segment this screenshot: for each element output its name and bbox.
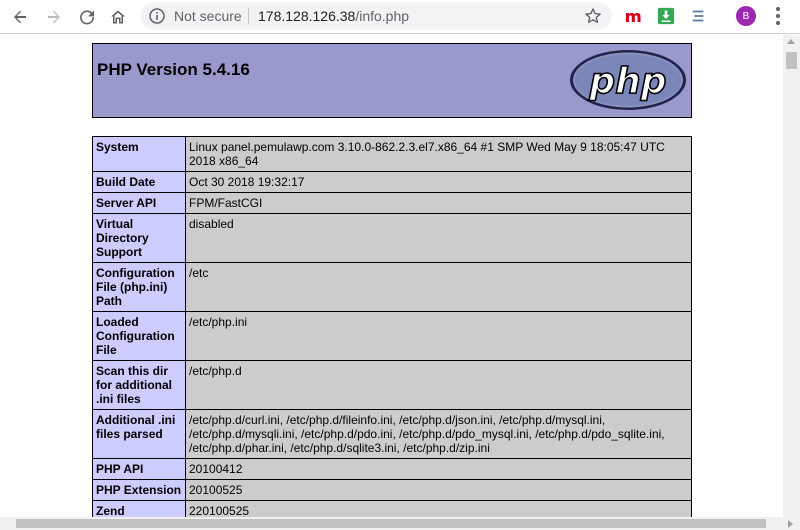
row-label: Virtual Directory Support	[92, 213, 186, 263]
row-value: /etc/php.ini	[185, 311, 692, 361]
url-host: 178.128.126.38	[258, 8, 356, 24]
table-row: PHP API 20100412	[92, 458, 692, 480]
php-logo-text: php	[588, 61, 666, 102]
row-value: Oct 30 2018 19:32:17	[185, 171, 692, 193]
row-value: /etc/php.d	[185, 360, 692, 410]
horizontal-scrollbar[interactable]	[0, 517, 800, 530]
row-value: Linux panel.pemulawp.com 3.10.0-862.2.3.…	[185, 136, 692, 172]
row-label: Additional .ini files parsed	[92, 409, 186, 459]
page-viewport: PHP Version 5.4.16 php System Linux panel…	[0, 35, 783, 517]
horizontal-scroll-thumb[interactable]	[16, 519, 766, 528]
vertical-scrollbar[interactable]	[783, 35, 800, 517]
list-lines-icon	[692, 10, 704, 22]
browser-menu-button[interactable]	[768, 6, 788, 26]
back-arrow-icon	[14, 10, 26, 24]
row-label: PHP Extension	[92, 479, 186, 501]
row-value: FPM/FastCGI	[185, 192, 692, 214]
row-value: 20100412	[185, 458, 692, 480]
php-logo-icon: php	[570, 50, 686, 110]
table-row: Build Date Oct 30 2018 19:32:17	[92, 171, 692, 193]
forward-arrow-icon	[48, 10, 60, 24]
phpinfo-header: PHP Version 5.4.16 php	[92, 43, 692, 118]
row-value: 20100525	[185, 479, 692, 501]
info-icon[interactable]	[148, 7, 166, 25]
row-label: Scan this dir for additional .ini files	[92, 360, 186, 410]
list-extension-icon[interactable]	[688, 6, 708, 26]
scroll-right-icon[interactable]	[788, 520, 793, 528]
table-row: System Linux panel.pemulawp.com 3.10.0-86…	[92, 136, 692, 172]
browser-toolbar: Not secure 178.128.126.38/info.php B	[0, 0, 800, 34]
phpinfo-table: System Linux panel.pemulawp.com 3.10.0-86…	[92, 136, 692, 517]
home-icon	[111, 10, 125, 24]
bookmark-star-icon[interactable]	[584, 7, 602, 25]
home-button[interactable]	[106, 5, 130, 29]
back-button[interactable]	[8, 5, 32, 29]
m-logo-icon	[626, 13, 641, 22]
table-row: Server API FPM/FastCGI	[92, 192, 692, 214]
reload-icon	[80, 10, 95, 25]
scroll-up-icon[interactable]	[787, 39, 795, 44]
phpinfo-rows: System Linux panel.pemulawp.com 3.10.0-86…	[92, 136, 692, 517]
download-extension-icon[interactable]	[656, 6, 676, 26]
table-row: Scan this dir for additional .ini files /…	[92, 360, 692, 410]
url-text[interactable]: 178.128.126.38/info.php	[258, 8, 409, 24]
forward-button[interactable]	[42, 5, 66, 29]
page-title: PHP Version 5.4.16	[97, 60, 250, 79]
vertical-scroll-thumb[interactable]	[786, 52, 797, 69]
table-row: Virtual Directory Support disabled	[92, 213, 692, 263]
table-row: Configuration File (php.ini) Path/etc	[92, 262, 692, 312]
m-extension-icon[interactable]	[624, 6, 644, 26]
menu-dot-icon	[776, 14, 780, 18]
profile-avatar[interactable]: B	[736, 6, 756, 26]
url-path: /info.php	[355, 8, 410, 24]
table-row: Zend 220100525	[92, 500, 692, 517]
row-label: Server API	[92, 192, 186, 214]
table-row: Additional .ini files parsed/etc/php.d/c…	[92, 409, 692, 459]
row-label: Configuration File (php.ini) Path	[92, 262, 186, 312]
security-label: Not secure	[174, 8, 242, 24]
row-label: System	[92, 136, 186, 172]
row-label: PHP API	[92, 458, 186, 480]
row-label: Loaded Configuration File	[92, 311, 186, 361]
row-value: 220100525	[185, 500, 692, 517]
menu-dot-icon	[776, 7, 780, 11]
row-value: /etc	[185, 262, 692, 312]
address-separator	[248, 8, 249, 24]
row-value: disabled	[185, 213, 692, 263]
row-label: Zend	[92, 500, 186, 517]
download-arrow-icon	[657, 7, 675, 25]
reload-button[interactable]	[75, 5, 99, 29]
menu-dot-icon	[776, 21, 780, 25]
address-bar[interactable]: Not secure 178.128.126.38/info.php	[140, 2, 612, 30]
table-row: Loaded Configuration File/etc/php.ini	[92, 311, 692, 361]
row-value: /etc/php.d/curl.ini, /etc/php.d/fileinfo…	[185, 409, 692, 459]
row-label: Build Date	[92, 171, 186, 193]
table-row: PHP Extension 20100525	[92, 479, 692, 501]
